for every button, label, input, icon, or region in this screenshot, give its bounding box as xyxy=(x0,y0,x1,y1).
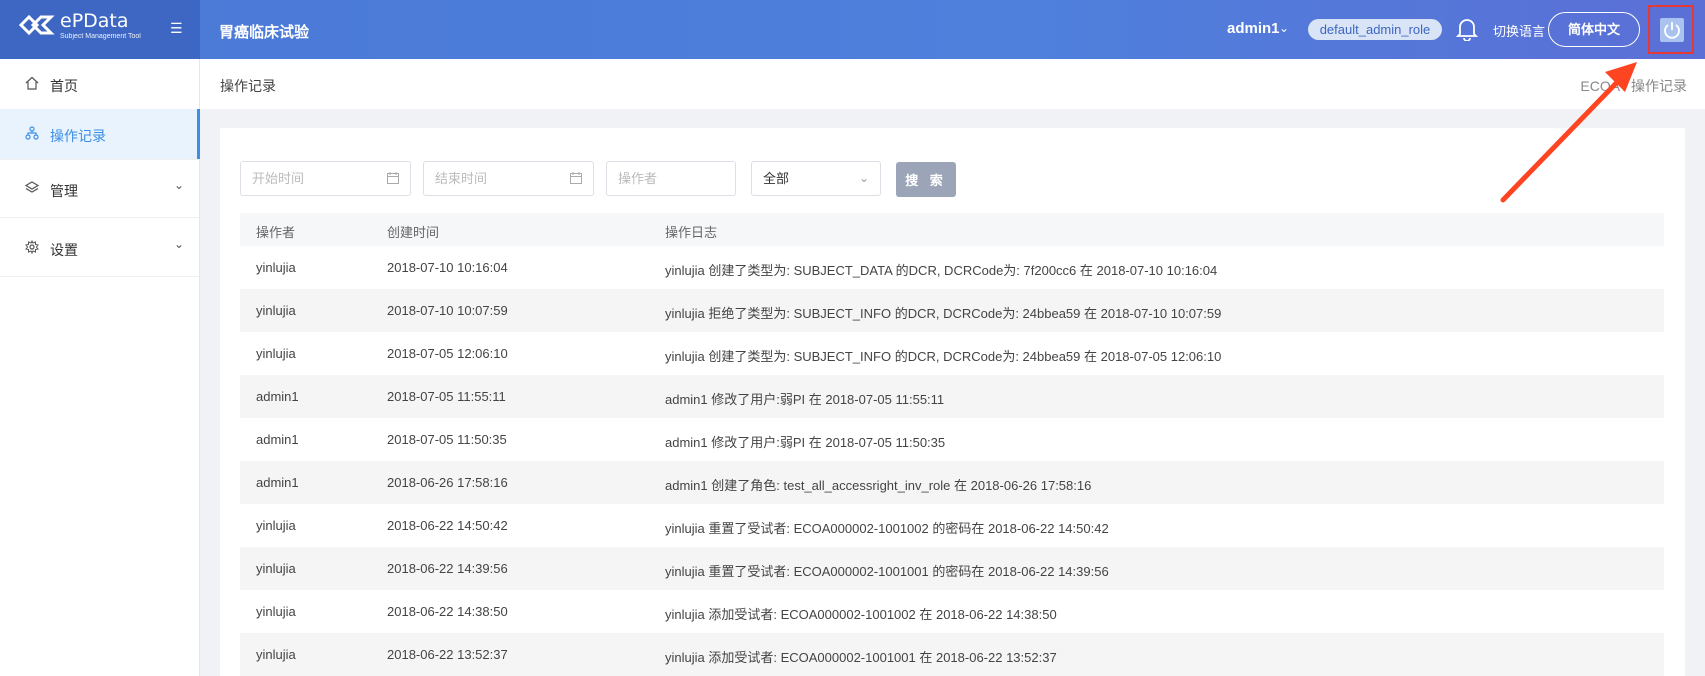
logout-highlight xyxy=(1648,5,1694,54)
page-title: 操作记录 xyxy=(220,78,276,94)
table-row: yinlujia 2018-06-22 14:50:42 yinlujia 重置了受… xyxy=(240,504,1664,547)
operator-cell: admin1 xyxy=(256,475,299,490)
chevron-down-icon[interactable]: ⌄ xyxy=(1279,21,1289,35)
column-header: 操作者 xyxy=(256,225,296,240)
table-row: yinlujia 2018-06-22 14:38:50 yinlujia 添加受试… xyxy=(240,590,1664,633)
sitemap-icon xyxy=(25,126,39,140)
operator-cell: admin1 xyxy=(256,432,299,447)
breadcrumb-bar: 操作记录 ECOA / 操作记录 xyxy=(200,59,1705,109)
bell-icon[interactable] xyxy=(1456,17,1478,41)
menu-toggle-icon[interactable]: ☰ xyxy=(170,20,183,37)
log-cell: yinlujia 重置了受试者: ECOA000002-1001002 的密码在… xyxy=(665,521,1109,536)
operator-cell: yinlujia xyxy=(256,561,296,576)
logo-subtitle: Subject Management Tool xyxy=(60,33,141,40)
table-row: yinlujia 2018-07-05 12:06:10 yinlujia 创建了类… xyxy=(240,332,1664,375)
operator-cell: admin1 xyxy=(256,389,299,404)
project-title: 胃癌临床试验 xyxy=(219,24,310,41)
created-time-cell: 2018-07-05 11:50:35 xyxy=(387,432,507,447)
sidebar-item-settings[interactable]: 设置 ⌄ xyxy=(0,223,200,273)
created-time-cell: 2018-07-05 12:06:10 xyxy=(387,346,508,361)
table-row: admin1 2018-07-05 11:55:11 admin1 修改了用户:弱P… xyxy=(240,375,1664,418)
chevron-down-icon: ⌄ xyxy=(858,171,869,185)
log-cell: admin1 创建了角色: test_all_accessright_inv_r… xyxy=(665,478,1092,493)
sidebar-item-label: 首页 xyxy=(50,78,78,94)
operator-cell: yinlujia xyxy=(256,303,296,318)
log-cell: yinlujia 拒绝了类型为: SUBJECT_INFO 的DCR, DCRC… xyxy=(665,306,1222,321)
log-cell: admin1 修改了用户:弱PI 在 2018-07-05 11:50:35 xyxy=(665,435,946,450)
logo-icon xyxy=(19,14,55,36)
created-time-cell: 2018-07-10 10:07:59 xyxy=(387,303,508,318)
sidebar: 首页 操作记录 管理 ⌄ 设置 ⌄ xyxy=(0,59,200,676)
sidebar-item-operation-log[interactable]: 操作记录 xyxy=(0,109,200,159)
operator-input[interactable]: 操作者 xyxy=(606,161,736,196)
table-row: admin1 2018-07-05 11:50:35 admin1 修改了用户:弱P… xyxy=(240,418,1664,461)
column-header: 创建时间 xyxy=(387,225,440,240)
created-time-cell: 2018-06-22 14:50:42 xyxy=(387,518,508,533)
lang-label: 切换语言 xyxy=(1493,24,1546,39)
logo-text: ePData xyxy=(60,10,129,32)
operator-placeholder: 操作者 xyxy=(618,171,658,186)
table-row: yinlujia 2018-06-22 13:52:37 yinlujia 添加受试… xyxy=(240,633,1664,676)
log-cell: yinlujia 创建了类型为: SUBJECT_DATA 的DCR, DCRC… xyxy=(665,263,1218,278)
sidebar-item-home[interactable]: 首页 xyxy=(0,59,200,109)
sidebar-item-manage[interactable]: 管理 ⌄ xyxy=(0,164,200,214)
end-time-placeholder: 结束时间 xyxy=(435,171,488,186)
end-time-input[interactable]: 结束时间 xyxy=(423,161,594,196)
type-select-value: 全部 xyxy=(763,171,790,186)
operator-cell: yinlujia xyxy=(256,518,296,533)
log-cell: admin1 修改了用户:弱PI 在 2018-07-05 11:55:11 xyxy=(665,392,945,407)
search-button[interactable]: 搜 索 xyxy=(896,162,956,197)
operator-cell: yinlujia xyxy=(256,346,296,361)
table-row: yinlujia 2018-07-10 10:07:59 yinlujia 拒绝了类… xyxy=(240,289,1664,332)
log-cell: yinlujia 重置了受试者: ECOA000002-1001001 的密码在… xyxy=(665,564,1109,579)
table-row: admin1 2018-06-26 17:58:16 admin1 创建了角色: t… xyxy=(240,461,1664,504)
created-time-cell: 2018-06-22 13:52:37 xyxy=(387,647,508,662)
created-time-cell: 2018-06-22 14:39:56 xyxy=(387,561,508,576)
created-time-cell: 2018-07-10 10:16:04 xyxy=(387,260,508,275)
language-button[interactable]: 简体中文 xyxy=(1548,12,1640,47)
created-time-cell: 2018-07-05 11:55:11 xyxy=(387,389,506,404)
user-menu[interactable]: admin1 xyxy=(1227,20,1280,37)
content-card: 开始时间 结束时间 操作者 全部 ⌄ 搜 索 操作者 创建时间 操作日志 yin… xyxy=(220,128,1685,676)
operator-cell: yinlujia xyxy=(256,604,296,619)
start-time-input[interactable]: 开始时间 xyxy=(240,161,411,196)
power-icon xyxy=(1664,22,1680,39)
start-time-placeholder: 开始时间 xyxy=(252,171,305,186)
sidebar-item-label: 设置 xyxy=(50,242,78,258)
table-header: 操作者 创建时间 操作日志 xyxy=(240,213,1664,246)
log-cell: yinlujia 创建了类型为: SUBJECT_INFO 的DCR, DCRC… xyxy=(665,349,1222,364)
role-badge: default_admin_role xyxy=(1308,19,1442,40)
operator-cell: yinlujia xyxy=(256,260,296,275)
calendar-icon xyxy=(387,172,399,184)
gear-icon xyxy=(25,240,39,254)
home-icon xyxy=(25,76,39,90)
table-row: yinlujia 2018-06-22 14:39:56 yinlujia 重置了受… xyxy=(240,547,1664,590)
layers-icon xyxy=(25,181,39,193)
sidebar-item-label: 管理 xyxy=(50,183,78,199)
operator-cell: yinlujia xyxy=(256,647,296,662)
sidebar-item-label: 操作记录 xyxy=(50,128,106,144)
logout-button[interactable] xyxy=(1660,18,1684,42)
log-cell: yinlujia 添加受试者: ECOA000002-1001002 在 201… xyxy=(665,607,1057,622)
type-select[interactable]: 全部 ⌄ xyxy=(751,161,881,196)
chevron-down-icon: ⌄ xyxy=(174,178,185,192)
calendar-icon xyxy=(570,172,582,184)
table-row: yinlujia 2018-07-10 10:16:04 yinlujia 创建了类… xyxy=(240,246,1664,289)
chevron-down-icon: ⌄ xyxy=(174,237,185,251)
created-time-cell: 2018-06-26 17:58:16 xyxy=(387,475,508,490)
top-header: ePData Subject Management Tool ☰ 胃癌临床试验 … xyxy=(0,0,1705,59)
breadcrumb[interactable]: ECOA / 操作记录 xyxy=(1580,76,1687,96)
column-header: 操作日志 xyxy=(665,225,718,240)
created-time-cell: 2018-06-22 14:38:50 xyxy=(387,604,508,619)
log-cell: yinlujia 添加受试者: ECOA000002-1001001 在 201… xyxy=(665,650,1057,665)
